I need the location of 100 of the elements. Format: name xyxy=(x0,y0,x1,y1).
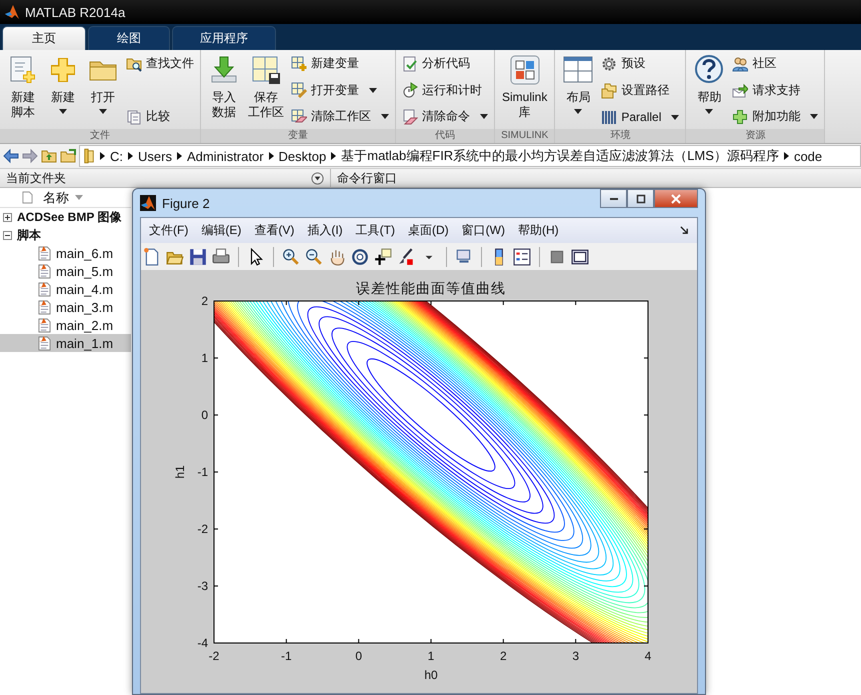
script-file-icon xyxy=(38,264,51,278)
tick-label: 1 xyxy=(201,351,208,365)
menu-item[interactable]: 窗口(W) xyxy=(458,222,514,239)
ribbon-button[interactable]: 新建 脚本 xyxy=(4,54,42,120)
maximize-button[interactable] xyxy=(627,189,654,208)
tick-label: -4 xyxy=(197,636,208,650)
data-cursor-icon[interactable] xyxy=(374,248,392,266)
folder-up-icon[interactable] xyxy=(41,148,57,164)
browse-folder-icon[interactable] xyxy=(60,148,76,164)
path-field[interactable]: C: Users Administrator Desktop 基于matlab编程FIR系统中的最小均方误差自适应滤波算法（LMS）源码程序 code xyxy=(79,145,861,167)
new-file-icon[interactable] xyxy=(143,248,161,266)
forward-arrow-icon[interactable] xyxy=(22,148,38,164)
ribbon-tab[interactable]: 主页 xyxy=(2,26,86,50)
panel-title: 当前文件夹 xyxy=(6,170,66,186)
folders-icon xyxy=(601,82,618,98)
ribbon-button[interactable]: 运行和计时 xyxy=(402,80,488,100)
minimize-icon xyxy=(610,198,618,200)
menu-item[interactable]: 工具(T) xyxy=(352,222,404,239)
tick-label: 2 xyxy=(201,294,208,308)
stopwatch-icon xyxy=(402,82,418,98)
path-segment[interactable]: Users xyxy=(138,148,172,164)
path-segment[interactable]: code xyxy=(794,148,822,164)
menu-item[interactable]: 编辑(E) xyxy=(197,222,250,239)
print-icon[interactable] xyxy=(212,248,230,266)
tree-folder-row[interactable]: ACDSee BMP 图像 xyxy=(0,208,131,226)
ribbon-tab[interactable]: 应用程序 xyxy=(172,26,276,50)
frame-icon[interactable] xyxy=(571,248,589,266)
file-row[interactable]: main_3.m xyxy=(0,298,131,316)
matlab-logo-icon xyxy=(140,195,156,211)
ribbon-button[interactable]: 打开 xyxy=(84,54,122,114)
menu-item[interactable]: 文件(F) xyxy=(145,222,198,239)
brush-icon[interactable] xyxy=(397,248,415,266)
dropdown-circle-icon[interactable] xyxy=(311,172,324,184)
ribbon-button[interactable]: 帮助 xyxy=(690,54,728,114)
documents-icon xyxy=(126,108,142,124)
plus-icon xyxy=(732,108,748,124)
group-label: 文件 xyxy=(0,129,200,143)
path-segment[interactable]: Administrator xyxy=(186,148,264,164)
maximize-icon xyxy=(636,194,646,204)
file-row[interactable]: main_2.m xyxy=(0,316,131,334)
file-row[interactable]: main_5.m xyxy=(0,262,131,280)
ribbon-button[interactable]: 打开变量 xyxy=(291,80,389,100)
minimize-button[interactable] xyxy=(600,189,627,208)
ribbon-button[interactable]: 新建 xyxy=(44,54,82,114)
expander-icon[interactable] xyxy=(3,212,12,222)
ribbon-button[interactable]: 比较 xyxy=(126,107,194,126)
dock-arrow-icon[interactable] xyxy=(680,226,689,235)
settings-icon xyxy=(601,56,618,72)
ribbon-button[interactable]: 新建变量 xyxy=(291,54,389,73)
ribbon-button[interactable]: 清除工作区 xyxy=(291,107,389,126)
group-label: SIMULINK xyxy=(495,129,554,143)
ribbon-button[interactable]: 预设 xyxy=(601,54,680,73)
group-label: 变量 xyxy=(201,129,395,143)
ribbon-button[interactable]: 设置路径 xyxy=(601,81,680,100)
path-segment[interactable]: Desktop xyxy=(278,148,326,164)
script-file-icon xyxy=(38,246,51,260)
file-row[interactable]: main_4.m xyxy=(0,280,131,298)
group-label: 环境 xyxy=(555,129,686,143)
menu-item[interactable]: 查看(V) xyxy=(250,222,304,239)
hand-icon[interactable] xyxy=(328,248,346,266)
menu-item[interactable]: 桌面(D) xyxy=(404,222,458,239)
ribbon-button[interactable]: 清除命令 xyxy=(402,107,488,126)
ribbon-button[interactable]: 导入 数据 xyxy=(205,54,243,120)
expander-icon[interactable] xyxy=(3,230,12,240)
column-header[interactable]: 名称 xyxy=(0,188,131,208)
path-segment[interactable]: C: xyxy=(110,148,123,164)
back-arrow-icon[interactable] xyxy=(3,148,19,164)
ribbon-button[interactable]: 分析代码 xyxy=(402,54,488,73)
tick-label: -3 xyxy=(197,579,208,593)
ribbon-button[interactable]: Simulink 库 xyxy=(499,54,550,120)
tick-label: -2 xyxy=(197,522,208,536)
y-axis-label: h1 xyxy=(173,465,187,479)
window-title: MATLAB R2014a xyxy=(25,4,126,20)
ribbon-button[interactable]: 社区 xyxy=(732,54,818,73)
close-button[interactable] xyxy=(654,189,698,208)
file-row[interactable]: main_6.m xyxy=(0,244,131,262)
ribbon-button[interactable]: Parallel xyxy=(601,108,680,126)
matlab-logo-icon xyxy=(4,4,20,20)
ribbon-button[interactable]: 查找文件 xyxy=(126,54,194,73)
legend-icon[interactable] xyxy=(513,248,531,266)
zoom-in-icon[interactable] xyxy=(282,248,300,266)
menu-item[interactable]: 插入(I) xyxy=(303,222,352,239)
help-icon xyxy=(693,54,726,86)
tick-label: -1 xyxy=(197,465,208,479)
save-icon[interactable] xyxy=(189,248,207,266)
group-label: 资源 xyxy=(686,129,824,143)
file-row[interactable]: main_1.m xyxy=(0,334,131,352)
tree-folder-row[interactable]: 脚本 xyxy=(0,226,131,244)
menu-item[interactable]: 帮助(H) xyxy=(514,222,568,239)
tick-label: 3 xyxy=(572,649,579,663)
ribbon-button[interactable]: 请求支持 xyxy=(732,80,818,100)
people-icon xyxy=(732,56,748,72)
path-segment[interactable]: 基于matlab编程FIR系统中的最小均方误差自适应滤波算法（LMS）源码程序 xyxy=(341,147,779,165)
ribbon-tab[interactable]: 绘图 xyxy=(88,26,170,50)
zoom-out-icon[interactable] xyxy=(305,248,323,266)
tick-label: 4 xyxy=(644,649,652,663)
ribbon-button[interactable]: 布局 xyxy=(559,54,598,114)
grid-plus-icon xyxy=(291,56,307,72)
ribbon-button[interactable]: 附加功能 xyxy=(732,107,818,126)
ribbon-button[interactable]: 保存 工作区 xyxy=(245,54,287,120)
